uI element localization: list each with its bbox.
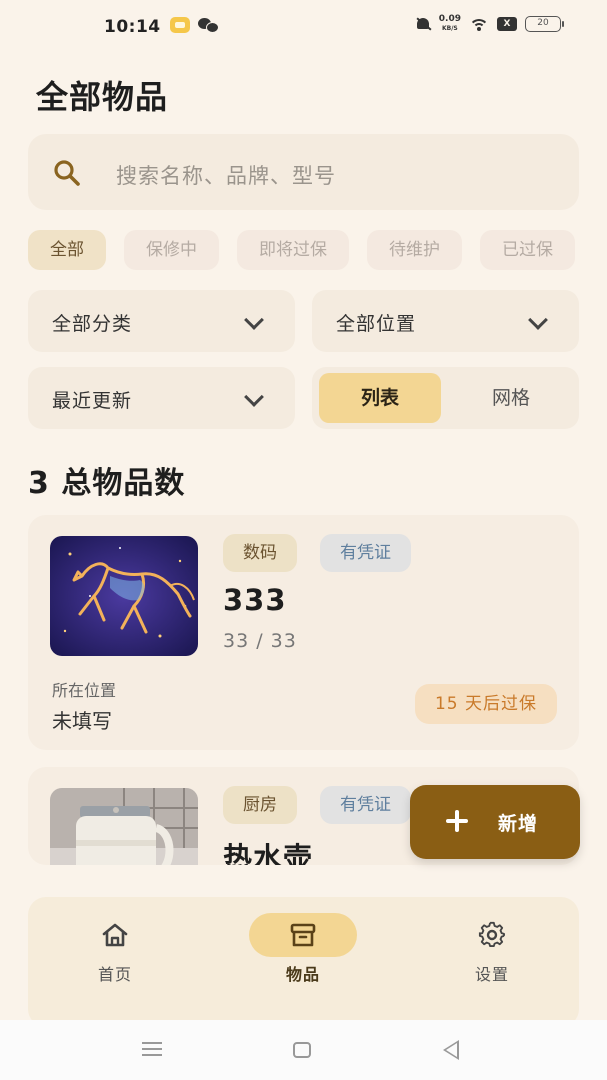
item-name: 热水壶 [223, 841, 314, 865]
chip-under-warranty[interactable]: 保修中 [124, 230, 219, 270]
location-select[interactable]: 全部位置 [312, 290, 579, 352]
chevron-down-icon [244, 310, 264, 330]
item-name: 333 [223, 583, 287, 617]
system-nav-bar [0, 1020, 607, 1080]
network-speed-value: 0.09 [438, 14, 461, 24]
grid-view-button[interactable]: 网格 [450, 373, 572, 423]
filter-chips: 全部 保修中 即将过保 待维护 已过保 [28, 230, 607, 270]
battery-icon: 20 [525, 16, 564, 32]
app-screen: 10:14 0.09 KB/S X 20 全部物品 搜索名称、品牌、型号 全部 … [0, 0, 607, 1080]
item-count-heading: 3 总物品数 [28, 466, 186, 501]
page-title: 全部物品 [36, 78, 169, 116]
nav-item-items[interactable]: 物品 [243, 911, 363, 991]
horse-constellation-image [50, 536, 198, 656]
nav-icon-container [61, 913, 169, 957]
nav-item-settings[interactable]: 设置 [432, 911, 552, 991]
category-select-label: 全部分类 [52, 313, 133, 335]
box-icon [290, 923, 316, 947]
back-icon[interactable] [443, 1040, 459, 1060]
add-item-button[interactable]: 新增 [410, 785, 580, 859]
item-thumbnail [50, 788, 198, 865]
warranty-status-badge: 15 天后过保 [414, 684, 557, 724]
nav-icon-container [438, 913, 546, 957]
location-select-label: 全部位置 [336, 313, 417, 335]
wifi-icon [469, 17, 489, 31]
item-card[interactable]: 数码 有凭证 333 33 / 33 所在位置 未填写 15 天后过保 [28, 515, 579, 750]
home-button-icon[interactable] [293, 1042, 311, 1058]
nav-label-settings: 设置 [474, 965, 509, 984]
nav-item-home[interactable]: 首页 [55, 911, 175, 991]
add-item-label: 新增 [498, 813, 539, 835]
item-thumbnail [50, 536, 198, 656]
sim-icon: X [497, 17, 517, 31]
recent-apps-icon[interactable] [142, 1042, 162, 1056]
location-value: 未填写 [52, 709, 112, 733]
search-icon[interactable] [52, 158, 82, 188]
certificate-badge: 有凭证 [320, 786, 411, 824]
location-label: 所在位置 [52, 681, 117, 700]
category-select[interactable]: 全部分类 [28, 290, 295, 352]
nav-label-home: 首页 [97, 965, 132, 984]
item-model: 33 / 33 [223, 630, 297, 652]
category-badge: 厨房 [223, 786, 297, 824]
category-badge: 数码 [223, 534, 297, 572]
chip-all[interactable]: 全部 [28, 230, 106, 270]
network-speed: 0.09 KB/S [439, 15, 461, 33]
wechat-notification-icon [198, 17, 219, 33]
mute-bell-icon [415, 16, 431, 32]
search-placeholder: 搜索名称、品牌、型号 [116, 164, 336, 188]
plus-icon [446, 810, 468, 832]
home-icon [102, 923, 128, 947]
notification-icons [170, 17, 219, 33]
nav-icon-container [249, 913, 357, 957]
kettle-image [50, 788, 198, 865]
bottom-nav: 首页 物品 设置 [28, 897, 579, 1027]
message-notification-icon [170, 17, 190, 33]
sort-select[interactable]: 最近更新 [28, 367, 295, 429]
view-toggle: 列表 网格 [312, 367, 579, 429]
gear-icon [478, 921, 505, 948]
nav-label-items: 物品 [285, 965, 320, 984]
sort-select-label: 最近更新 [52, 390, 133, 412]
certificate-badge: 有凭证 [320, 534, 411, 572]
chip-expired[interactable]: 已过保 [480, 230, 575, 270]
chip-needs-maintenance[interactable]: 待维护 [367, 230, 462, 270]
list-view-button[interactable]: 列表 [319, 373, 441, 423]
chip-expiring-soon[interactable]: 即将过保 [237, 230, 349, 270]
status-indicators: 0.09 KB/S X 20 [415, 15, 564, 33]
chevron-down-icon [244, 387, 264, 407]
chevron-down-icon [528, 310, 548, 330]
network-speed-unit: KB/S [442, 25, 458, 32]
status-bar: 10:14 0.09 KB/S X 20 [0, 0, 607, 56]
status-time: 10:14 [104, 17, 161, 37]
